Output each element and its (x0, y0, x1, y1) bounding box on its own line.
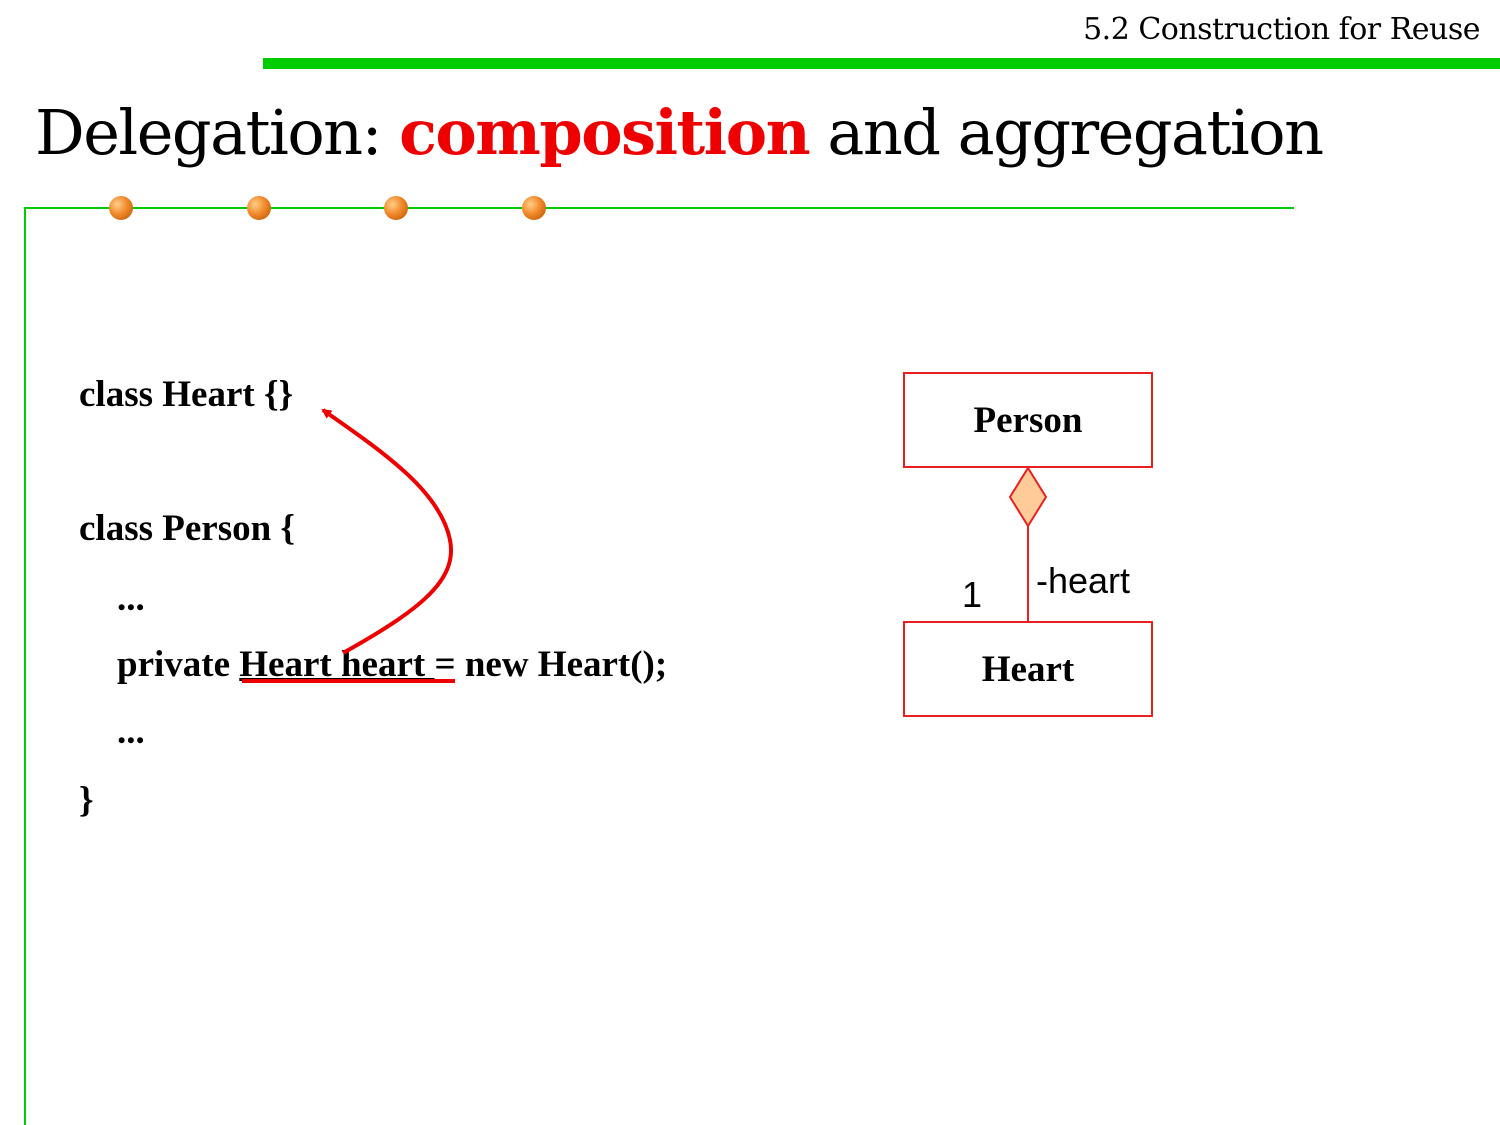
uml-role-label: -heart (1036, 560, 1131, 601)
red-arrow-annotation (321, 408, 454, 655)
uml-class-name: Person (973, 399, 1083, 441)
uml-class-name: Heart (981, 648, 1075, 690)
uml-class-person: Person (903, 372, 1153, 468)
uml-multiplicity-label: 1 (962, 574, 983, 615)
uml-aggregation-diamond-icon (1008, 466, 1048, 528)
annotation-overlay (242, 408, 1048, 683)
uml-class-heart: Heart (903, 621, 1153, 717)
